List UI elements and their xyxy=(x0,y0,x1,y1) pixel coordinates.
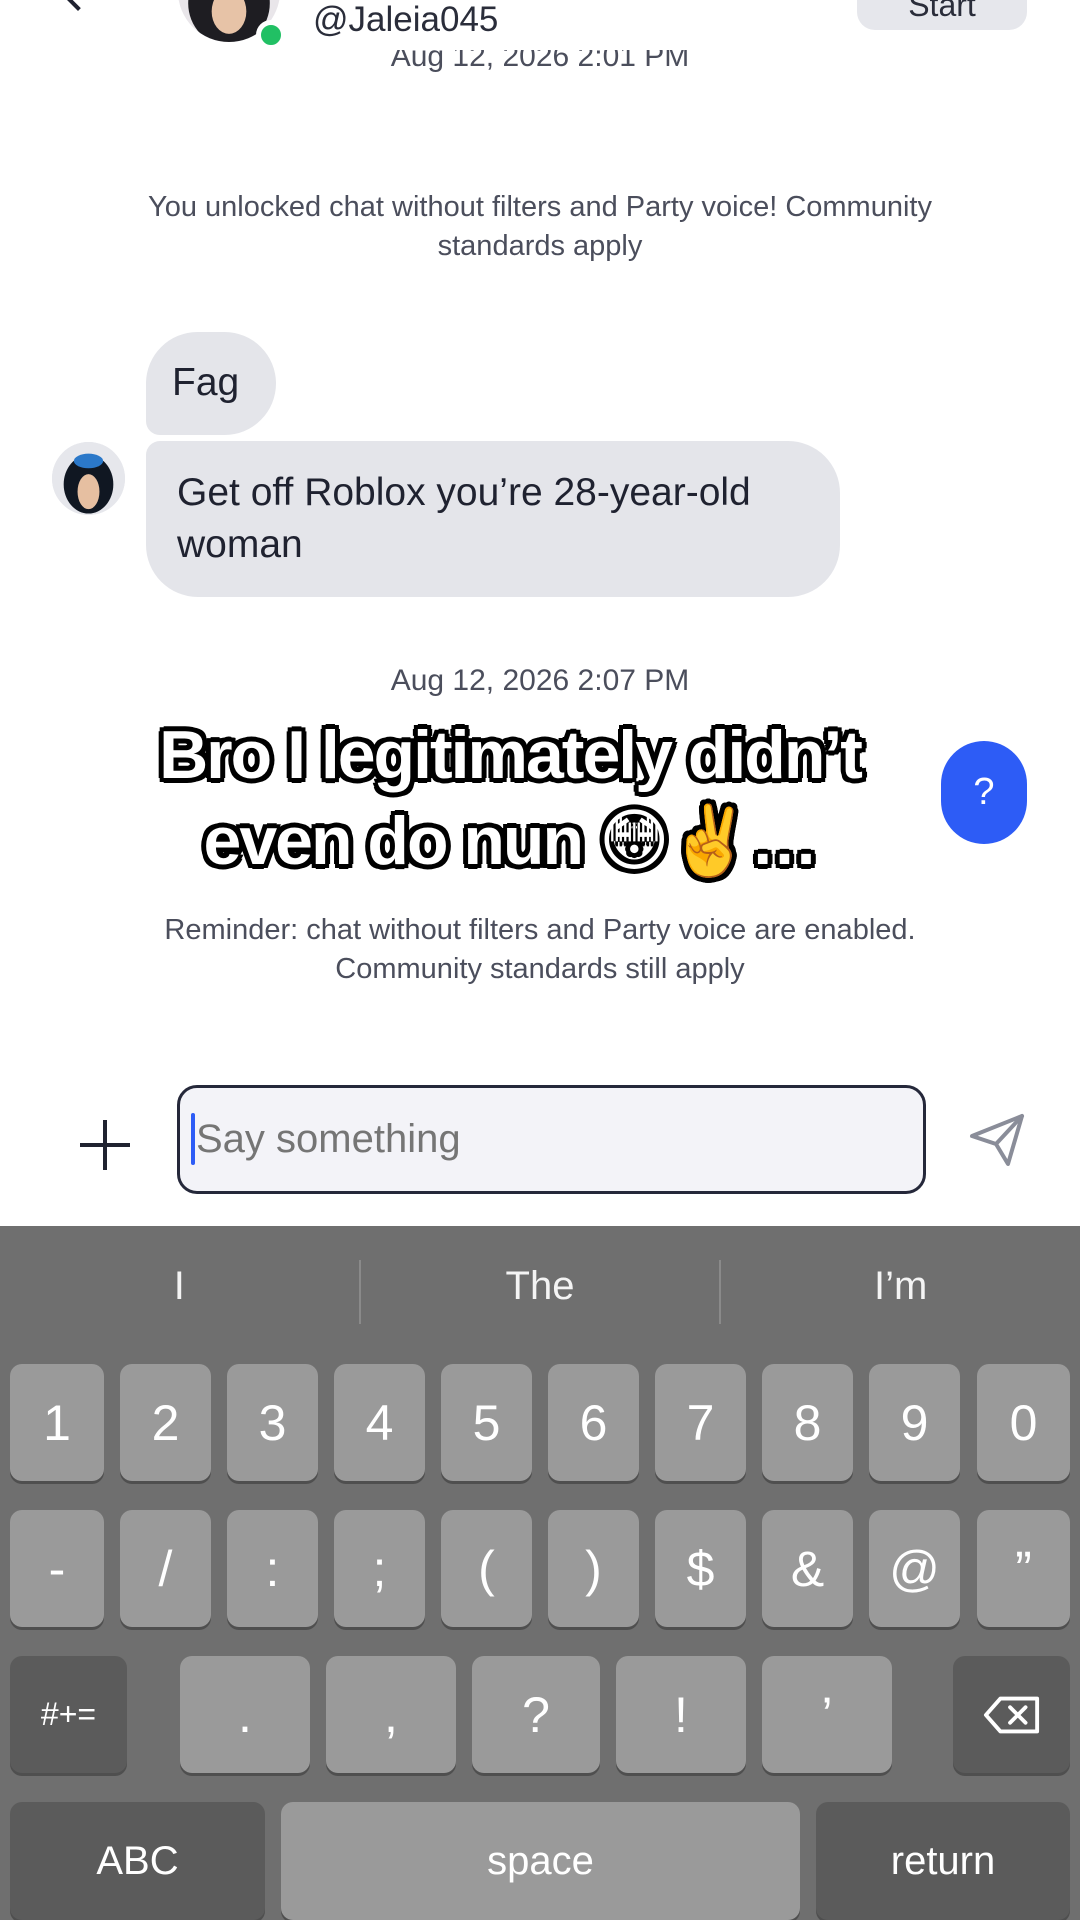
key-ampersand[interactable]: & xyxy=(762,1510,853,1627)
key-comma[interactable]: , xyxy=(326,1656,456,1773)
key-abc[interactable]: ABC xyxy=(10,1802,265,1920)
key-2[interactable]: 2 xyxy=(120,1364,211,1481)
message-timestamp: Aug 12, 2026 2:01 PM xyxy=(0,50,1080,84)
start-button[interactable]: Start xyxy=(857,0,1027,30)
key-4[interactable]: 4 xyxy=(334,1364,425,1481)
key-5[interactable]: 5 xyxy=(441,1364,532,1481)
key-quote[interactable]: ” xyxy=(977,1510,1070,1627)
key-0[interactable]: 0 xyxy=(977,1364,1070,1481)
key-semicolon[interactable]: ; xyxy=(334,1510,425,1627)
backspace-icon[interactable] xyxy=(953,1656,1070,1773)
key-exclamation[interactable]: ! xyxy=(616,1656,746,1773)
key-8[interactable]: 8 xyxy=(762,1364,853,1481)
key-return[interactable]: return xyxy=(816,1802,1070,1920)
key-slash[interactable]: / xyxy=(120,1510,211,1627)
key-close-paren[interactable]: ) xyxy=(548,1510,639,1627)
key-1[interactable]: 1 xyxy=(10,1364,104,1481)
key-at[interactable]: @ xyxy=(869,1510,960,1627)
suggestion-item[interactable]: I xyxy=(0,1226,359,1346)
message-bubble[interactable]: Get off Roblox you’re 28-year-old woman xyxy=(146,441,840,597)
key-dollar[interactable]: $ xyxy=(655,1510,746,1627)
header-username[interactable]: @Jaleia045 xyxy=(313,0,498,40)
video-caption-overlay: Bro I legitimately didn’t even do nun 😳✌… xyxy=(159,717,863,879)
keyboard-suggestions: I The I’m xyxy=(0,1226,1080,1346)
online-status-dot xyxy=(256,20,286,50)
key-9[interactable]: 9 xyxy=(869,1364,960,1481)
key-symbols-toggle[interactable]: #+= xyxy=(10,1656,127,1773)
key-6[interactable]: 6 xyxy=(548,1364,639,1481)
key-colon[interactable]: : xyxy=(227,1510,318,1627)
suggestion-item[interactable]: I’m xyxy=(721,1226,1080,1346)
timestamp-text: Aug 12, 2026 2:01 PM xyxy=(390,50,690,73)
message-timestamp: Aug 12, 2026 2:07 PM xyxy=(390,664,690,697)
sender-avatar[interactable] xyxy=(52,442,125,515)
chat-input[interactable] xyxy=(177,1085,926,1194)
key-space[interactable]: space xyxy=(281,1802,800,1920)
help-button[interactable]: ? xyxy=(941,741,1027,844)
key-question[interactable]: ? xyxy=(472,1656,600,1773)
message-bubble[interactable]: Fag xyxy=(146,332,276,435)
on-screen-keyboard: I The I’m 1 2 3 4 5 6 7 8 9 0 - / : ; ( … xyxy=(0,1226,1080,1920)
suggestion-item[interactable]: The xyxy=(361,1226,720,1346)
key-open-paren[interactable]: ( xyxy=(441,1510,532,1627)
add-attachment-button[interactable] xyxy=(80,1120,130,1170)
key-dash[interactable]: - xyxy=(10,1510,104,1627)
send-icon[interactable] xyxy=(968,1112,1028,1168)
unlock-notice: You unlocked chat without filters and Pa… xyxy=(148,191,932,262)
key-7[interactable]: 7 xyxy=(655,1364,746,1481)
text-caret xyxy=(191,1113,195,1165)
key-period[interactable]: . xyxy=(180,1656,310,1773)
reminder-notice: Reminder: chat without filters and Party… xyxy=(164,914,916,985)
key-3[interactable]: 3 xyxy=(227,1364,318,1481)
back-chevron-icon[interactable] xyxy=(61,0,95,11)
key-apostrophe[interactable]: ’ xyxy=(762,1656,892,1773)
